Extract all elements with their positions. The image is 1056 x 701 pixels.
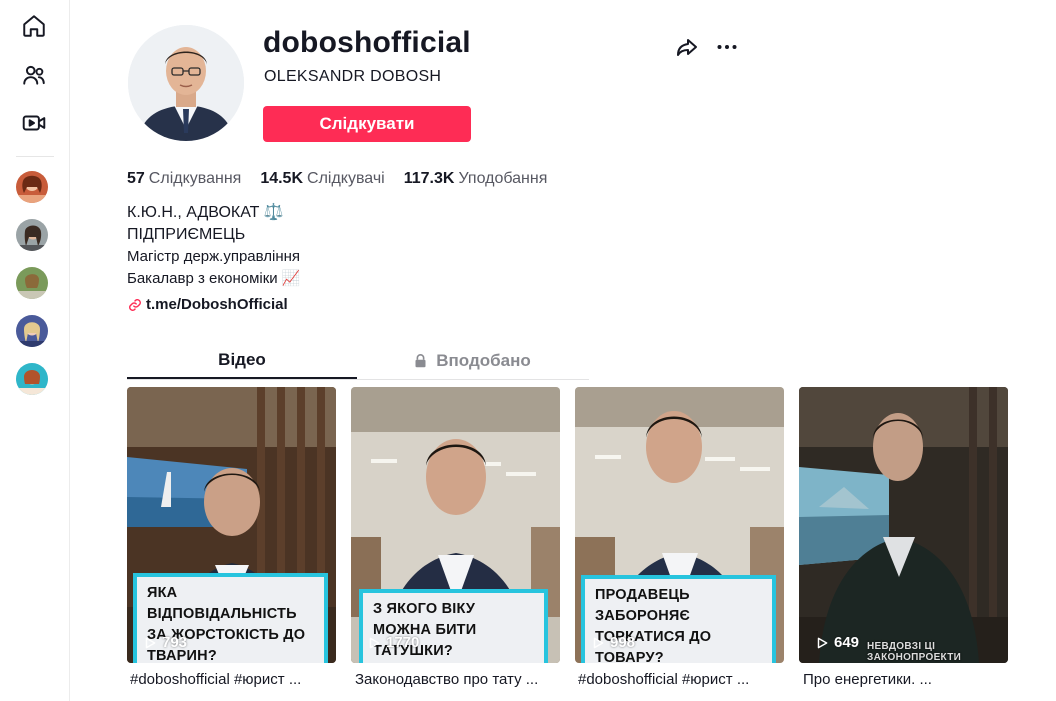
video-card-2[interactable]: З ЯКОГО ВІКУ МОЖНА БИТИ ТАТУШКИ? 1770: [351, 387, 560, 663]
more-options-icon[interactable]: [713, 33, 741, 61]
rail-avatar-1[interactable]: [16, 171, 48, 203]
profile-link-text: t.me/DoboshOfficial: [146, 296, 288, 313]
video-caption[interactable]: Про енергетики. ...: [803, 671, 1012, 688]
profile-link[interactable]: t.me/DoboshOfficial: [128, 296, 288, 313]
live-icon[interactable]: [20, 109, 48, 137]
profile-avatar: [128, 25, 244, 141]
video-caption[interactable]: #doboshofficial #юрист ...: [578, 671, 787, 688]
video-overlay: З ЯКОГО ВІКУ МОЖНА БИТИ ТАТУШКИ?: [359, 589, 548, 663]
rail-avatar-2[interactable]: [16, 219, 48, 251]
share-icon[interactable]: [673, 33, 701, 61]
video-card-3[interactable]: ПРОДАВЕЦЬ ЗАБОРОНЯЄ ТОРКАТИСЯ ДО ТОВАРУ?…: [575, 387, 784, 663]
home-icon[interactable]: [20, 12, 48, 40]
link-icon: [129, 298, 141, 311]
view-count: 998: [591, 634, 635, 651]
video-corner-text: НЕВДОВЗІ ЦІ ЗАКОНОПРОЕКТИ: [867, 641, 962, 663]
rail-avatar-5[interactable]: [16, 363, 48, 395]
tab-liked[interactable]: Вподобано: [357, 342, 587, 379]
video-card-4[interactable]: НЕВДОВЗІ ЦІ ЗАКОНОПРОЕКТИ 649: [799, 387, 1008, 663]
play-icon: [817, 637, 828, 648]
video-card-1[interactable]: ЯКА ВІДПОВІДАЛЬНІСТЬ ЗА ЖОРСТОКІСТЬ ДО Т…: [127, 387, 336, 663]
followers-count[interactable]: 14.5K Слідкувачі: [260, 170, 384, 188]
full-name: OLEKSANDR DOBOSH: [264, 68, 442, 85]
profile-bio: К.Ю.Н., АДВОКАТ ⚖️ ПІДПРИЄМЕЦЬ Магістр д…: [127, 202, 301, 290]
bio-line: Бакалавр з економіки 📈: [127, 270, 301, 287]
view-count: 649: [815, 634, 859, 651]
play-icon: [369, 637, 380, 648]
bio-line: Магістр держ.управління: [127, 248, 301, 265]
username: doboshofficial: [263, 26, 471, 59]
bio-line: К.Ю.Н., АДВОКАТ ⚖️: [127, 204, 284, 221]
profile-stats: 57 Слідкування 14.5K Слідкувачі 117.3K Упод…: [127, 170, 566, 188]
following-icon[interactable]: [20, 61, 48, 89]
rail-divider: [16, 156, 54, 157]
video-caption[interactable]: #doboshofficial #юрист ...: [130, 671, 339, 688]
play-icon: [593, 637, 604, 648]
view-count: 1770: [367, 634, 419, 651]
rail-avatar-3[interactable]: [16, 267, 48, 299]
lock-icon: [415, 353, 426, 367]
following-count[interactable]: 57 Слідкування: [127, 170, 241, 188]
rail-avatar-4[interactable]: [16, 315, 48, 347]
play-icon: [145, 637, 156, 648]
follow-button[interactable]: Слідкувати: [263, 106, 471, 142]
likes-count: 117.3K Уподобання: [403, 170, 548, 187]
bio-line: ПІДПРИЄМЕЦЬ: [127, 226, 246, 243]
view-count: 793: [143, 634, 187, 651]
video-caption[interactable]: Законодавство про тату ...: [355, 671, 564, 688]
tab-videos[interactable]: Відео: [127, 342, 357, 379]
profile-tabs: Відео Вподобано: [127, 342, 589, 380]
left-rail: [0, 0, 70, 701]
